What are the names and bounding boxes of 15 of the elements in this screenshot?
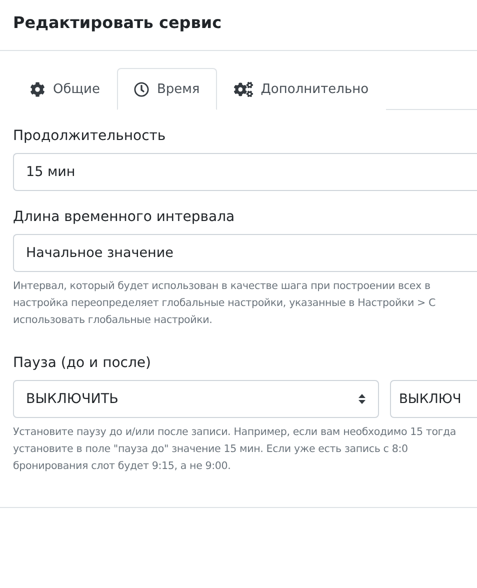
clock-icon — [134, 82, 149, 96]
tab[interactable]: Время — [116, 68, 217, 110]
help-text: Установите паузу до и/или после записи. Например, если вам необходимо 15 тогда установите в поле "пауза до" значение 15 мин. Если уже есть запись с 8:0 бронирования слот будет 9:15, а не 9:00. — [13, 425, 458, 474]
interval-field[interactable]: Начальное значение — [13, 234, 477, 272]
gears-icon — [234, 80, 253, 99]
field-label: Продолжительность — [13, 128, 167, 144]
help-text: Интервал, который будет использован в качестве шага при построении всех в настройка переопределяет глобальные настройки, указанные в Настройки > С использовать глобальные настройки. — [13, 279, 437, 328]
gear-icon — [30, 82, 45, 97]
pause-before-select[interactable]: ВЫКЛЮЧИТЬ — [13, 380, 379, 418]
field-label: Длина временного интервала — [13, 209, 236, 225]
field-label: Пауза (до и после) — [13, 355, 152, 371]
pause-after-select[interactable]: ВЫКЛЮЧ — [390, 380, 477, 418]
dialog-title: Редактировать сервис — [0, 0, 477, 51]
duration-field[interactable]: 15 мин — [13, 153, 477, 191]
sort-caret-icon — [358, 393, 366, 405]
